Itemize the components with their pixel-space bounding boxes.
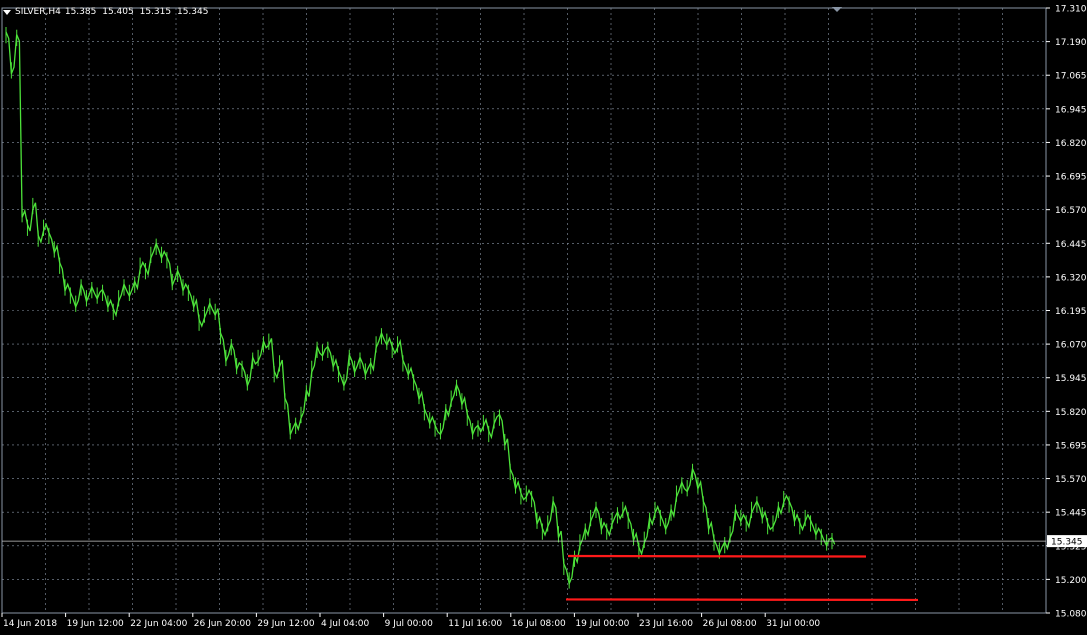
y-axis-tick-label: 15.200: [1055, 576, 1087, 586]
y-axis-tick-label: 16.945: [1055, 105, 1087, 115]
y-axis-tick-label: 15.945: [1055, 374, 1087, 384]
x-axis-tick-label: 19 Jul 00:00: [575, 619, 629, 629]
y-axis-tick-label: 16.570: [1055, 206, 1087, 216]
y-axis-tick-label: 17.065: [1055, 72, 1087, 82]
x-axis-tick-label: 19 Jun 12:00: [67, 619, 124, 629]
y-axis-tick-label: 16.070: [1055, 341, 1087, 351]
y-axis-tick-label: 15.445: [1055, 509, 1087, 519]
x-axis-tick-label: 14 Jun 2018: [3, 619, 57, 629]
y-axis-tick-label: 16.695: [1055, 173, 1087, 183]
price-chart[interactable]: 17.310 17.190 17.065 16.945 16.820 16.695 16.5…: [0, 0, 1087, 635]
x-axis-tick-label: 23 Jul 16:00: [639, 619, 693, 629]
x-axis-tick-label: 22 Jun 04:00: [130, 619, 187, 629]
close-value: 15.345: [176, 7, 209, 17]
y-axis-tick-label: 17.310: [1055, 5, 1087, 15]
low-value: 15.315: [139, 7, 172, 17]
x-axis-tick-label: 9 Jul 00:00: [385, 619, 434, 629]
y-axis-tick-label: 17.190: [1055, 38, 1087, 48]
open-value: 15.385: [64, 7, 97, 17]
price-series-line: [5, 31, 836, 586]
symbol-label: SILVER,H4: [15, 7, 61, 17]
support-trendline: [567, 554, 867, 558]
y-axis-tick-label: 15.695: [1055, 441, 1087, 451]
y-axis-tick-label: 16.820: [1055, 139, 1087, 149]
y-axis-tick-label: 15.570: [1055, 475, 1087, 485]
x-axis-tick-label: 29 Jun 12:00: [257, 619, 314, 629]
x-axis-tick-label: 4 Jul 04:00: [321, 619, 370, 629]
dropdown-triangle-icon[interactable]: [3, 9, 11, 15]
symbol-info-bar: SILVER,H4 15.385 15.405 15.315 15.345: [3, 7, 211, 17]
y-axis-tick-label: 15.080: [1055, 610, 1087, 620]
y-axis-tick-label: 15.820: [1055, 408, 1087, 418]
y-axis-tick-label: 16.445: [1055, 240, 1087, 250]
current-price-label: 15.345: [1051, 538, 1083, 548]
chart-window[interactable]: 17.310 17.190 17.065 16.945 16.820 16.695 16.5…: [0, 0, 1087, 635]
x-axis-tick-label: 16 Jul 08:00: [512, 619, 566, 629]
support-trendline: [565, 598, 919, 602]
x-axis-tick-label: 26 Jul 08:00: [703, 619, 757, 629]
x-axis-tick-label: 11 Jul 16:00: [448, 619, 502, 629]
y-axis-tick-label: 16.195: [1055, 307, 1087, 317]
high-value: 15.405: [102, 7, 134, 17]
x-axis-tick-label: 31 Jul 00:00: [766, 619, 820, 629]
chart-shift-marker-icon: [832, 7, 842, 12]
y-axis-tick-label: 16.320: [1055, 273, 1087, 283]
x-axis-tick-label: 26 Jun 20:00: [194, 619, 251, 629]
